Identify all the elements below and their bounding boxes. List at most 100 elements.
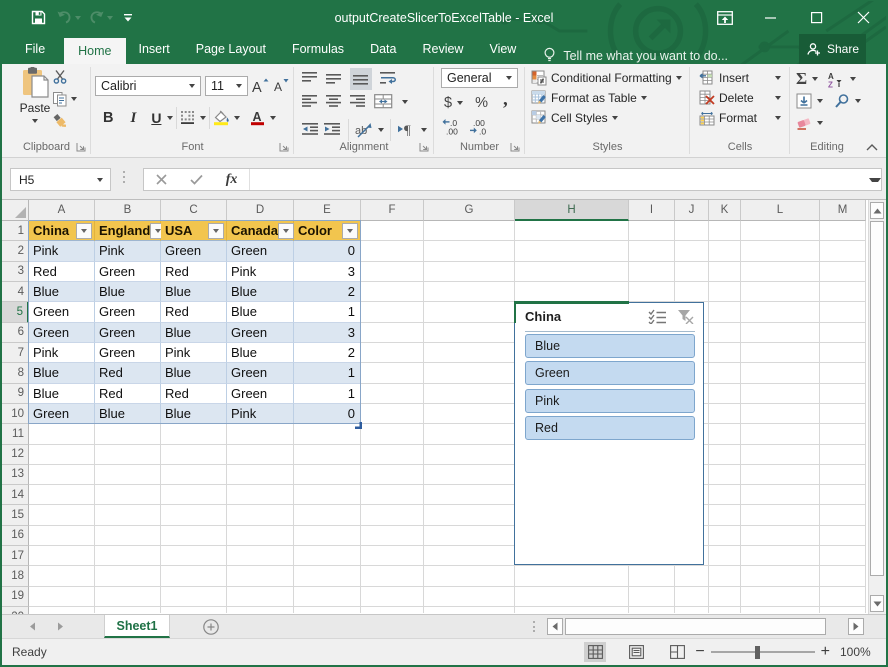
font-dialog-launcher[interactable]	[279, 142, 289, 152]
comma-style-button[interactable]: ,	[503, 90, 508, 109]
center-button[interactable]	[326, 94, 342, 110]
table-cell[interactable]: Blue	[227, 343, 294, 363]
table-cell[interactable]: Blue	[161, 282, 227, 302]
middle-align-button[interactable]	[326, 71, 342, 87]
tab-data[interactable]: Data	[357, 34, 409, 64]
clear-button[interactable]	[796, 115, 812, 131]
slicer-item-red[interactable]: Red	[525, 416, 695, 440]
fill-dropdown-icon[interactable]	[817, 99, 823, 103]
fill-down-button[interactable]	[796, 93, 812, 109]
row-header-10[interactable]: 10	[2, 404, 29, 424]
filter-dropdown-button[interactable]	[342, 223, 358, 239]
table-cell[interactable]: Red	[29, 262, 95, 282]
row-header-14[interactable]: 14	[2, 485, 29, 505]
table-cell[interactable]: 1	[294, 384, 361, 404]
font-size-combo[interactable]: 11	[205, 76, 248, 96]
slicer-multiselect-icon[interactable]	[648, 309, 667, 324]
sheet-tab-sheet1[interactable]: Sheet1	[104, 615, 170, 638]
table-cell[interactable]: Pink	[95, 241, 161, 261]
maximize-button[interactable]	[794, 1, 840, 34]
find-select-button[interactable]	[834, 93, 850, 109]
align-left-button[interactable]	[302, 94, 318, 110]
row-header-13[interactable]: 13	[2, 465, 29, 485]
tabbar-resize-handle[interactable]	[533, 621, 535, 632]
tab-insert[interactable]: Insert	[126, 34, 183, 64]
merge-center-dropdown-icon[interactable]	[402, 100, 408, 104]
horizontal-scroll-thumb[interactable]	[565, 618, 826, 635]
table-cell[interactable]: Pink	[29, 241, 95, 261]
table-cell[interactable]: Green	[29, 302, 95, 322]
share-button[interactable]: Share	[799, 34, 866, 64]
format-cells-button[interactable]: Format	[699, 110, 781, 126]
italic-button[interactable]: I	[130, 110, 136, 127]
table-cell[interactable]: Blue	[161, 363, 227, 383]
table-cell[interactable]: Green	[29, 323, 95, 343]
table-cell[interactable]: 2	[294, 282, 361, 302]
row-header-18[interactable]: 18	[2, 566, 29, 586]
table-cell[interactable]: 3	[294, 262, 361, 282]
align-right-button[interactable]	[350, 94, 366, 110]
formula-bar-resize-handle[interactable]	[123, 171, 125, 183]
scroll-left-button[interactable]	[547, 618, 563, 635]
column-header-H[interactable]: H	[515, 200, 629, 221]
slicer-china[interactable]: China BlueGreenPinkRed	[514, 302, 704, 565]
table-cell[interactable]: 0	[294, 404, 361, 424]
close-button[interactable]	[840, 1, 886, 34]
column-header-D[interactable]: D	[227, 200, 294, 221]
zoom-percentage[interactable]: 100%	[840, 645, 870, 659]
alignment-dialog-launcher[interactable]	[419, 142, 429, 152]
format-painter-icon[interactable]	[52, 113, 68, 129]
column-header-I[interactable]: I	[629, 200, 675, 221]
table-cell[interactable]: Blue	[161, 323, 227, 343]
column-header-C[interactable]: C	[161, 200, 227, 221]
undo-dropdown-icon[interactable]	[75, 16, 81, 20]
font-name-combo[interactable]: Calibri	[95, 76, 201, 96]
column-header-B[interactable]: B	[95, 200, 161, 221]
table-cell[interactable]: Green	[161, 241, 227, 261]
column-header-K[interactable]: K	[709, 200, 741, 221]
row-header-15[interactable]: 15	[2, 505, 29, 525]
sort-filter-button[interactable]: AZ	[828, 71, 846, 87]
table-cell[interactable]: Red	[161, 262, 227, 282]
table-cell[interactable]: Red	[95, 384, 161, 404]
decrease-indent-button[interactable]	[302, 122, 320, 138]
insert-cells-button[interactable]: Insert	[699, 70, 781, 86]
ribbon-display-options-button[interactable]	[702, 1, 748, 34]
redo-dropdown-icon[interactable]	[107, 16, 113, 20]
table-cell[interactable]: Pink	[161, 343, 227, 363]
formula-bar-expand-icon[interactable]	[869, 178, 881, 182]
zoom-slider-thumb[interactable]	[755, 646, 760, 659]
table-cell[interactable]: Red	[95, 363, 161, 383]
scroll-up-button[interactable]	[870, 202, 884, 219]
filter-dropdown-button[interactable]	[208, 223, 224, 239]
filter-dropdown-button[interactable]	[278, 223, 294, 239]
table-cell[interactable]: 3	[294, 323, 361, 343]
underline-dropdown-icon[interactable]	[167, 116, 173, 120]
row-header-8[interactable]: 8	[2, 363, 29, 383]
previous-sheet-button[interactable]	[29, 622, 36, 631]
row-header-11[interactable]: 11	[2, 424, 29, 444]
tell-me-box[interactable]: Tell me what you want to do...	[543, 47, 728, 64]
table-cell[interactable]: Red	[161, 384, 227, 404]
tab-home[interactable]: Home	[64, 38, 125, 64]
bottom-align-button[interactable]	[350, 68, 372, 90]
row-header-9[interactable]: 9	[2, 384, 29, 404]
table-cell[interactable]: 1	[294, 363, 361, 383]
page-layout-view-button[interactable]	[625, 642, 647, 662]
table-cell[interactable]: Green	[95, 323, 161, 343]
vertical-scrollbar[interactable]	[868, 200, 886, 614]
row-header-4[interactable]: 4	[2, 282, 29, 302]
table-cell[interactable]: Blue	[29, 282, 95, 302]
percent-style-button[interactable]: %	[475, 95, 488, 111]
slicer-item-green[interactable]: Green	[525, 361, 695, 385]
borders-button[interactable]	[180, 110, 196, 126]
vertical-scroll-thumb[interactable]	[870, 221, 884, 576]
row-header-17[interactable]: 17	[2, 546, 29, 566]
minimize-button[interactable]	[748, 1, 794, 34]
accounting-format-button[interactable]: $	[444, 95, 452, 111]
table-cell[interactable]: Blue	[95, 282, 161, 302]
scroll-down-button[interactable]	[870, 595, 884, 612]
column-header-L[interactable]: L	[741, 200, 820, 221]
table-cell[interactable]: Green	[95, 343, 161, 363]
normal-view-button[interactable]	[584, 642, 606, 662]
